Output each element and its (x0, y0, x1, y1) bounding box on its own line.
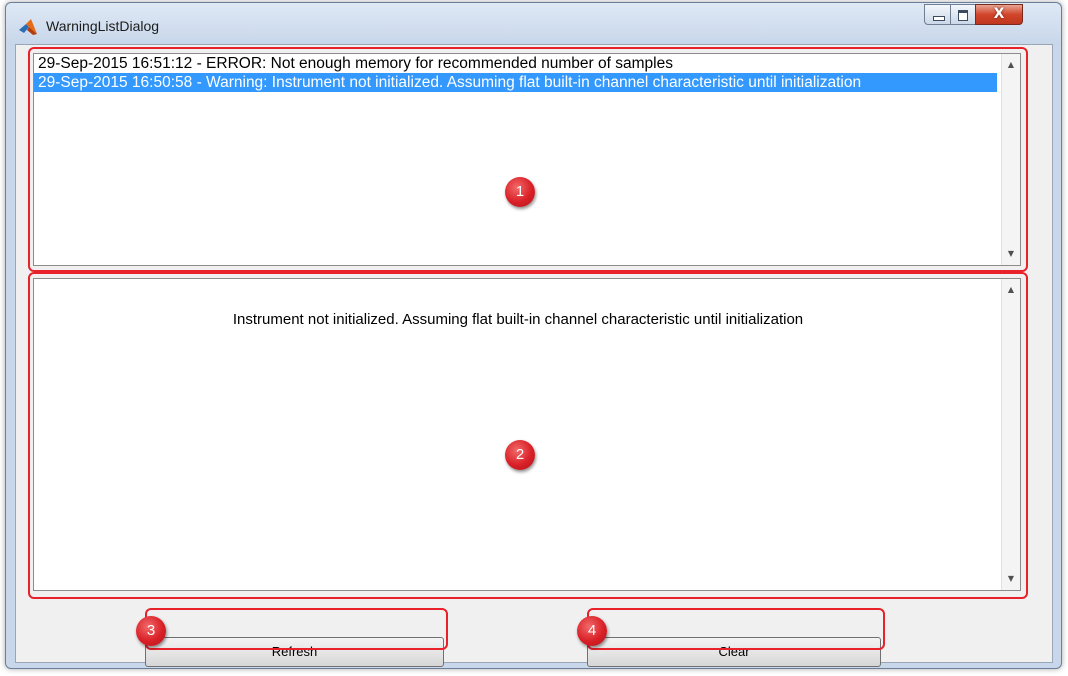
annotation-badge: 3 (136, 616, 166, 646)
matlab-logo-icon (19, 19, 37, 35)
detail-scrollbar[interactable]: ▲ ▼ (1001, 279, 1020, 590)
maximize-icon (958, 10, 968, 21)
scroll-down-arrow-icon[interactable]: ▼ (1002, 245, 1020, 263)
scroll-up-arrow-icon[interactable]: ▲ (1002, 281, 1020, 299)
warning-detail-text: Instrument not initialized. Assuming fla… (232, 311, 804, 328)
annotation-badge: 1 (505, 177, 535, 207)
window-title: WarningListDialog (46, 18, 160, 34)
close-icon: X (993, 6, 1005, 22)
minimize-button[interactable] (924, 4, 951, 25)
minimize-icon (933, 16, 945, 21)
close-button[interactable]: X (975, 4, 1023, 25)
annotation-badge: 2 (505, 440, 535, 470)
warning-detail-box[interactable]: Instrument not initialized. Assuming fla… (33, 278, 1021, 591)
scroll-up-arrow-icon[interactable]: ▲ (1002, 56, 1020, 74)
title-bar[interactable]: WarningListDialog X (6, 3, 1061, 45)
maximize-button[interactable] (950, 4, 976, 25)
scroll-down-arrow-icon[interactable]: ▼ (1002, 570, 1020, 588)
warning-list[interactable]: 29-Sep-2015 16:51:12 - ERROR: Not enough… (33, 53, 1021, 266)
clear-button[interactable]: Clear (587, 637, 881, 667)
warning-list-item-selected[interactable]: 29-Sep-2015 16:50:58 - Warning: Instrume… (34, 73, 997, 92)
warning-list-item[interactable]: 29-Sep-2015 16:51:12 - ERROR: Not enough… (34, 54, 997, 73)
refresh-button[interactable]: Refresh (145, 637, 444, 667)
warning-list-scrollbar[interactable]: ▲ ▼ (1001, 54, 1020, 265)
annotation-badge: 4 (577, 616, 607, 646)
